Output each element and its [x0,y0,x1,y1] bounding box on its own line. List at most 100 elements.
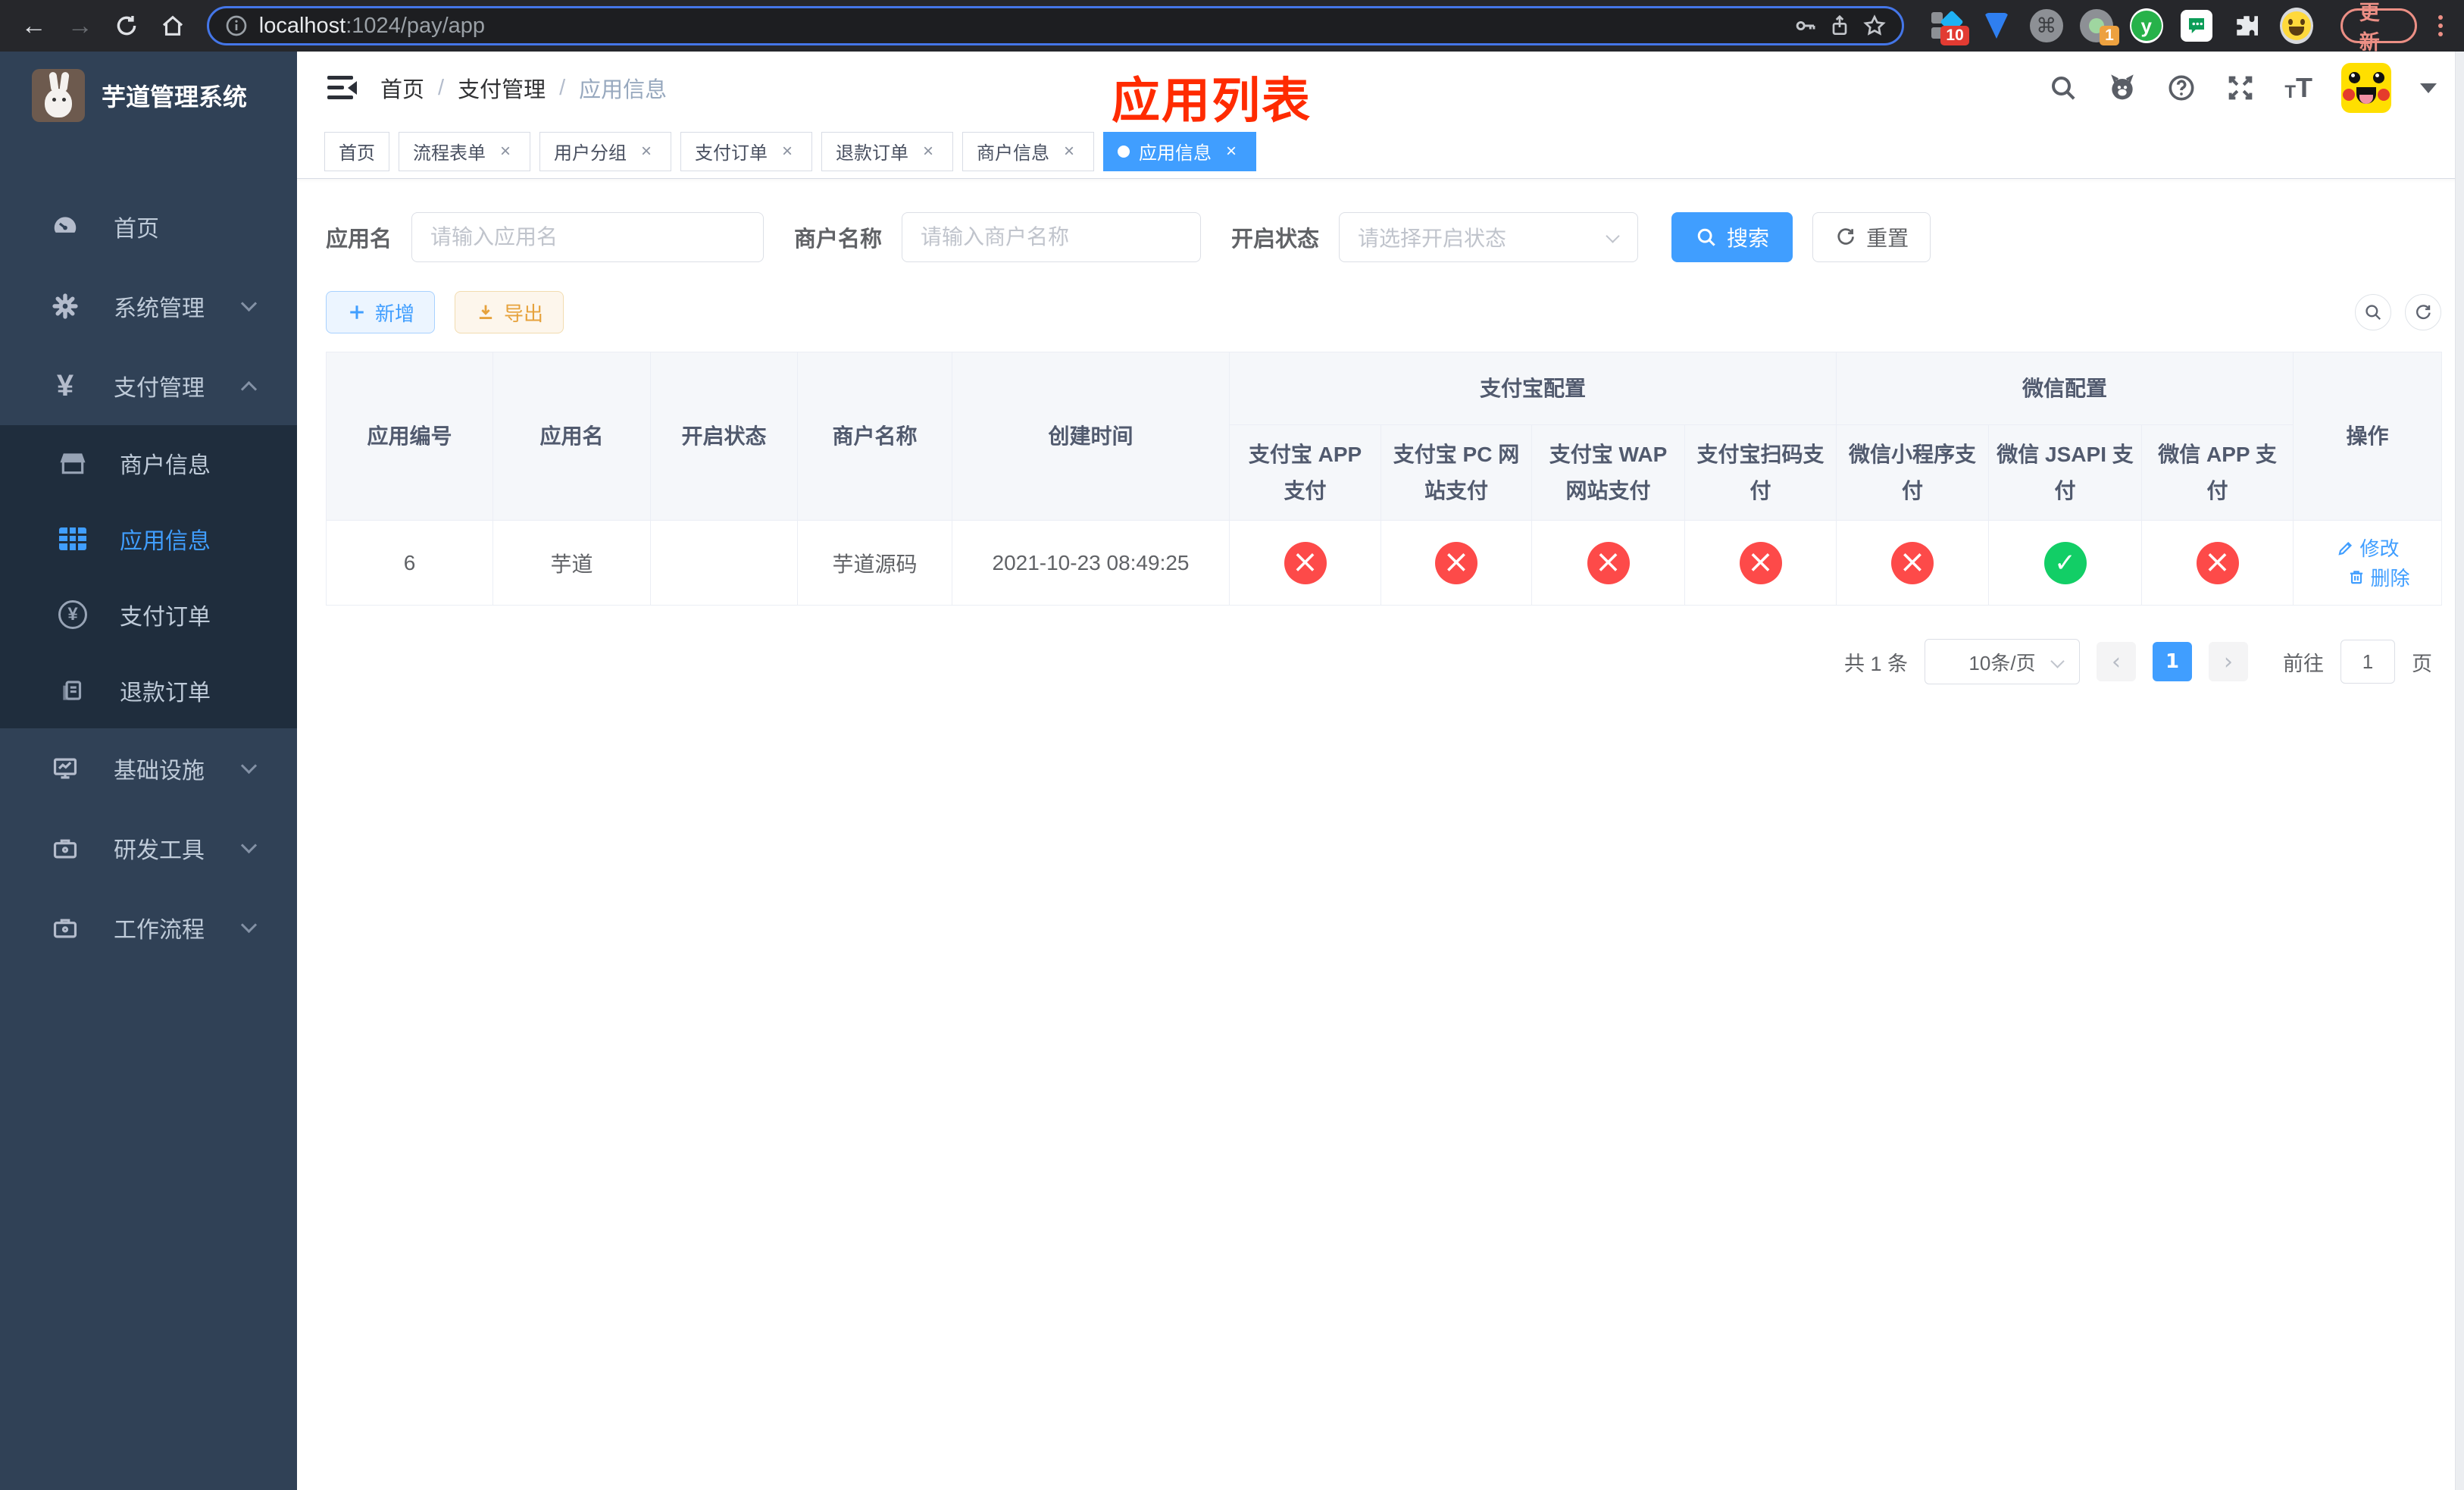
update-label: 更新 [2359,2,2380,54]
tab-app-info[interactable]: 应用信息 × [1103,131,1256,171]
extension-gem-icon[interactable] [1980,9,2013,42]
browser-back-button[interactable]: ← [14,6,54,45]
plus-icon [350,305,364,319]
export-button[interactable]: 导出 [455,291,564,333]
status-fail-icon [1435,541,1477,584]
toggle-search-button[interactable] [2355,294,2391,330]
group-alipay-config: 支付宝配置 [1228,352,1837,425]
merchant-name-input[interactable] [902,212,1202,262]
search-button[interactable]: 搜索 [1671,212,1793,262]
payment-submenu: 商户信息 应用信息 ¥ 支付订单 退款订单 [0,425,297,728]
sidebar-item-payment[interactable]: ¥ 支付管理 [0,346,297,425]
close-icon[interactable]: × [918,141,939,162]
font-size-icon[interactable]: TT [2284,74,2312,102]
sidebar-item-app-info[interactable]: 应用信息 [0,501,297,577]
col-actions: 操作 [2293,352,2443,521]
extension-recorder-icon[interactable]: 1 [2079,9,2119,45]
page-info-icon[interactable] [224,14,249,38]
breadcrumb-item[interactable]: 支付管理 [458,72,546,104]
url-path: :1024/pay/app [346,13,486,38]
scrollbar-track[interactable] [2455,52,2464,1490]
close-icon[interactable]: × [495,141,516,162]
close-icon[interactable]: × [636,141,657,162]
page-size-select[interactable]: 10条/页 [1925,639,2080,684]
extension-chat-icon[interactable] [2180,9,2213,42]
fullscreen-icon[interactable] [2225,73,2256,103]
browser-menu-button[interactable] [2438,15,2444,36]
tab-pay-orders[interactable]: 支付订单 × [680,131,812,171]
tab-refund-orders[interactable]: 退款订单 × [821,131,953,171]
user-menu-caret-icon[interactable] [2420,83,2437,93]
goto-page-input[interactable] [2340,640,2395,684]
tab-user-group[interactable]: 用户分组 × [539,131,671,171]
bookmark-star-icon[interactable] [1862,14,1887,38]
share-icon[interactable] [1828,14,1852,38]
password-key-icon[interactable] [1793,14,1817,38]
breadcrumb-item[interactable]: 首页 [380,72,424,104]
browser-reload-button[interactable] [106,6,146,45]
main-content: 首页 / 支付管理 / 应用信息 应用列表 T T 首页 流程表单 × 用户分组… [297,52,2464,1490]
sidebar-item-infrastructure[interactable]: 基础设施 [0,728,297,808]
delete-label: 删除 [2370,566,2410,590]
col-alipay-qr: 支付宝扫码支付 [1684,424,1837,521]
help-icon[interactable] [2166,73,2197,103]
extension-badge: 1 [2100,25,2119,45]
prev-page-button[interactable]: ‹ [2097,642,2136,681]
header-search-icon[interactable] [2048,73,2078,103]
cell-app-name: 芋道 [492,520,651,606]
app-logo-row[interactable]: 芋道管理系统 [0,52,297,139]
sidebar-item-label: 应用信息 [120,529,211,554]
briefcase-icon [50,834,80,862]
browser-home-button[interactable] [153,6,193,45]
sidebar-item-workflow[interactable]: 工作流程 [0,887,297,967]
status-select-placeholder: 请选择开启状态 [1358,227,1507,250]
sidebar-item-home[interactable]: 首页 [0,186,297,266]
tab-label: 用户分组 [554,143,627,164]
close-icon[interactable]: × [1058,141,1080,162]
user-avatar[interactable] [2341,63,2391,113]
app-title: 芋道管理系统 [102,83,248,111]
tab-merchant-info[interactable]: 商户信息 × [962,131,1094,171]
sidebar-item-pay-orders[interactable]: ¥ 支付订单 [0,577,297,653]
tab-home[interactable]: 首页 [324,131,389,171]
reset-button[interactable]: 重置 [1812,212,1931,262]
page-number-button[interactable]: 1 [2153,642,2192,681]
breadcrumb-separator: / [438,75,445,100]
col-app-name: 应用名 [492,352,651,521]
cell-wx-app [2141,520,2294,606]
delete-link[interactable]: 删除 [2347,563,2410,591]
sidebar-item-merchant-info[interactable]: 商户信息 [0,425,297,501]
refresh-table-button[interactable] [2405,294,2441,330]
extensions-puzzle-icon[interactable] [2230,9,2263,42]
browser-forward-button[interactable]: → [60,6,100,45]
sidebar-item-refund-orders[interactable]: 退款订单 [0,653,297,728]
sidebar-fold-button[interactable] [324,71,358,105]
next-page-button[interactable]: › [2209,642,2248,681]
sidebar-item-label: 商户信息 [120,453,211,478]
cell-alipay-qr [1684,520,1837,606]
page-unit-label: 页 [2412,652,2432,675]
close-icon[interactable]: × [1221,141,1242,162]
edit-link[interactable]: 修改 [2336,534,2400,562]
profile-avatar-icon[interactable] [2279,8,2313,44]
sidebar-item-dev-tools[interactable]: 研发工具 [0,808,297,887]
extension-y-icon[interactable]: y [2129,8,2163,43]
table-row: 6 芋道 芋道源码 2021-10-23 08:49:25 × × × × × … [326,520,2443,606]
sidebar-item-label: 退款订单 [120,681,211,706]
filter-form: 应用名 商户名称 开启状态 请选择开启状态 搜索 重置 [297,179,2464,262]
sidebar-item-system[interactable]: 系统管理 [0,266,297,346]
chrome-update-button[interactable]: 更新 [2340,2,2418,54]
extension-command-icon[interactable]: ⌘ [2029,9,2063,42]
add-button[interactable]: 新增 [326,291,436,333]
url-bar[interactable]: localhost:1024/pay/app [206,6,1904,45]
github-icon[interactable] [2107,73,2137,103]
tab-process-form[interactable]: 流程表单 × [399,131,530,171]
status-select[interactable]: 请选择开启状态 [1339,212,1639,262]
app-name-input[interactable] [411,212,765,262]
close-icon[interactable]: × [777,141,798,162]
search-icon [2366,305,2381,321]
refresh-icon [2416,305,2431,320]
edit-pencil-icon [2337,541,2352,556]
status-fail-icon [1739,541,1782,584]
extension-tabs-icon[interactable]: 10 [1930,9,1969,45]
